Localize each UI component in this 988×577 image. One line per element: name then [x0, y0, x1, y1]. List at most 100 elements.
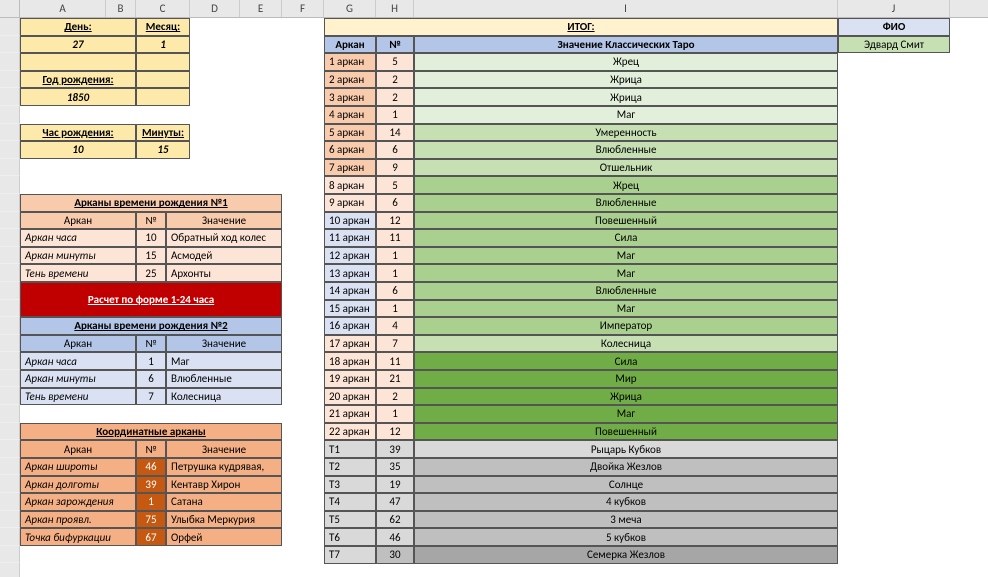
- row-num[interactable]: [0, 405, 20, 423]
- row-num[interactable]: [0, 335, 20, 353]
- main-n-6: 9: [376, 159, 414, 177]
- main-h-num: №: [376, 36, 414, 54]
- arc2-v-1: Влюбленные: [166, 370, 282, 388]
- main-n-22: 39: [376, 440, 414, 458]
- arc2-n-1: 6: [136, 370, 166, 388]
- row-num[interactable]: [0, 423, 20, 441]
- arc2-h2: №: [136, 335, 166, 353]
- main-n-18: 21: [376, 370, 414, 388]
- coord-v-1: Кентавр Хирон: [166, 476, 282, 494]
- main-v-28: Семерка Жезлов: [414, 546, 838, 564]
- row-num[interactable]: [0, 124, 20, 142]
- coord-a-1: Аркан долготы: [20, 476, 136, 494]
- coord-n-4: 67: [136, 528, 166, 546]
- main-g-26: Т5: [324, 511, 376, 529]
- fio-header: ФИО: [838, 18, 950, 36]
- row-num[interactable]: [0, 546, 20, 564]
- main-n-3: 1: [376, 106, 414, 124]
- row-num[interactable]: [0, 440, 20, 458]
- main-n-13: 6: [376, 282, 414, 300]
- column-headers: A B C D E F G H I J: [0, 0, 988, 18]
- arc1-n-1: 15: [136, 247, 166, 265]
- row-num[interactable]: [0, 300, 20, 318]
- row-num[interactable]: [0, 106, 20, 124]
- main-n-14: 1: [376, 300, 414, 318]
- row-num[interactable]: [0, 264, 20, 282]
- main-v-14: Маг: [414, 300, 838, 318]
- row-num[interactable]: [0, 493, 20, 511]
- main-v-3: Маг: [414, 106, 838, 124]
- arc1-v-1: Асмодей: [166, 247, 282, 265]
- col-A[interactable]: A: [20, 0, 106, 17]
- main-v-22: Рыцарь Кубков: [414, 440, 838, 458]
- main-n-4: 14: [376, 124, 414, 142]
- main-g-25: Т4: [324, 493, 376, 511]
- main-n-12: 1: [376, 264, 414, 282]
- col-I[interactable]: I: [414, 0, 838, 17]
- arc1-a-1: Аркан минуты: [20, 247, 136, 265]
- col-F[interactable]: F: [282, 0, 324, 17]
- row-num[interactable]: [0, 18, 20, 36]
- row-num[interactable]: [0, 212, 20, 230]
- main-g-19: 20 аркан: [324, 388, 376, 406]
- main-n-20: 1: [376, 405, 414, 423]
- col-D[interactable]: D: [190, 0, 240, 17]
- col-E[interactable]: E: [240, 0, 282, 17]
- col-H[interactable]: H: [376, 0, 414, 17]
- arc1-h2: №: [136, 212, 166, 230]
- arc2-title: Арканы времени рождения №2: [20, 317, 282, 335]
- main-n-2: 2: [376, 88, 414, 106]
- fio-value[interactable]: Эдвард Смит: [838, 36, 950, 54]
- row-num[interactable]: [0, 458, 20, 476]
- row-num[interactable]: [0, 159, 20, 177]
- row-num[interactable]: [0, 71, 20, 89]
- main-v-24: Солнце: [414, 476, 838, 494]
- row-num[interactable]: [0, 176, 20, 194]
- main-v-9: Повешенный: [414, 212, 838, 230]
- year-value[interactable]: 1850: [20, 88, 136, 106]
- row-num[interactable]: [0, 563, 20, 577]
- main-h-arcan: Аркан: [324, 36, 376, 54]
- month-value[interactable]: 1: [136, 36, 190, 54]
- main-g-6: 7 аркан: [324, 159, 376, 177]
- row-num[interactable]: [0, 229, 20, 247]
- coord-v-4: Орфей: [166, 528, 282, 546]
- main-v-8: Влюбленные: [414, 194, 838, 212]
- row-num[interactable]: [0, 36, 20, 54]
- coord-n-1: 39: [136, 476, 166, 494]
- main-v-6: Отшельник: [414, 159, 838, 177]
- col-B[interactable]: B: [106, 0, 136, 17]
- arc1-v-2: Архонты: [166, 264, 282, 282]
- min-value[interactable]: 15: [136, 141, 190, 159]
- row-num[interactable]: [0, 88, 20, 106]
- hour-value[interactable]: 10: [20, 141, 136, 159]
- col-J[interactable]: J: [838, 0, 950, 17]
- row-num[interactable]: [0, 282, 20, 300]
- main-n-19: 2: [376, 388, 414, 406]
- row-num[interactable]: [0, 475, 20, 493]
- main-g-16: 17 аркан: [324, 335, 376, 353]
- row-num[interactable]: [0, 387, 20, 405]
- row-num[interactable]: [0, 194, 20, 212]
- row-num[interactable]: [0, 528, 20, 546]
- coord-v-0: Петрушка кудрявая,: [166, 458, 282, 476]
- row-num[interactable]: [0, 370, 20, 388]
- row-num[interactable]: [0, 511, 20, 529]
- row-num[interactable]: [0, 247, 20, 265]
- day-value[interactable]: 27: [20, 36, 136, 54]
- row-num[interactable]: [0, 352, 20, 370]
- corner-square[interactable]: [0, 0, 20, 17]
- red-banner[interactable]: Расчет по форме 1-24 часа: [20, 282, 282, 317]
- main-g-7: 8 аркан: [324, 176, 376, 194]
- row-num[interactable]: [0, 141, 20, 159]
- row-num[interactable]: [0, 317, 20, 335]
- col-C[interactable]: C: [136, 0, 190, 17]
- main-v-21: Повешенный: [414, 423, 838, 441]
- arc2-a-2: Тень времени: [20, 388, 136, 406]
- row-num[interactable]: [0, 53, 20, 71]
- month-label: Месяц:: [136, 18, 190, 36]
- arc2-n-2: 7: [136, 388, 166, 406]
- col-G[interactable]: G: [324, 0, 376, 17]
- main-g-24: Т3: [324, 476, 376, 494]
- main-g-0: 1 аркан: [324, 53, 376, 71]
